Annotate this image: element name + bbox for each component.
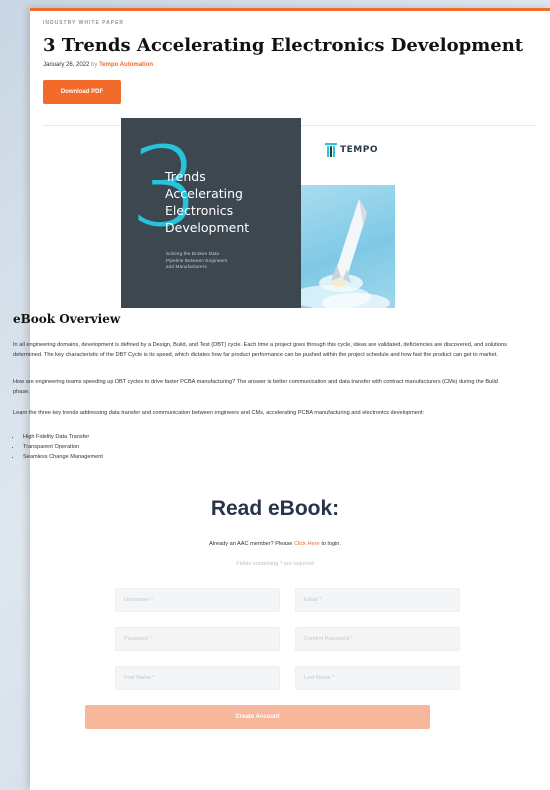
page-title: 3 Trends Accelerating Electronics Develo… — [43, 35, 524, 56]
list-item: Seamless Change Management — [21, 452, 103, 462]
list-item: Transparent Operation — [21, 442, 103, 452]
login-prompt: Already an AAC member? Please Click Here… — [0, 541, 550, 547]
rocket-icon — [301, 199, 390, 308]
cover-title: Trends Accelerating Electronics Developm… — [165, 169, 250, 235]
author-link[interactable]: Tempo Automation — [99, 62, 153, 68]
email-field[interactable] — [295, 588, 460, 612]
last-name-field[interactable] — [295, 666, 460, 690]
password-field[interactable] — [115, 627, 280, 651]
overview-paragraph-3: Learn the three key trends addressing da… — [13, 410, 425, 416]
overview-heading: eBook Overview — [13, 312, 121, 326]
overview-paragraph-2: How are engineering teams speeding up DB… — [13, 379, 498, 395]
login-link[interactable]: Click Here — [294, 541, 320, 547]
trends-list: High Fidelity Data Transfer Transparent … — [13, 432, 103, 462]
overview-paragraph-1: In all engineering domains, development … — [13, 342, 507, 358]
list-item: High Fidelity Data Transfer — [21, 432, 103, 442]
login-prompt-suffix: to login. — [321, 541, 341, 547]
login-prompt-prefix: Already an AAC member? Please — [209, 541, 293, 547]
download-pdf-button[interactable]: Download PDF — [43, 80, 121, 104]
tempo-logo: TEMPO — [325, 143, 378, 157]
section-kicker: INDUSTRY WHITE PAPER — [43, 20, 125, 26]
byline-by: by — [91, 62, 98, 68]
first-name-field[interactable] — [115, 666, 280, 690]
username-field[interactable] — [115, 588, 280, 612]
required-note: Fields containing * are required — [236, 561, 314, 567]
article-meta: January 26, 2022 by Tempo Automation — [43, 62, 153, 68]
tempo-logo-text: TEMPO — [340, 145, 378, 155]
confirm-password-field[interactable] — [295, 627, 460, 651]
tempo-logo-icon — [325, 143, 337, 157]
create-account-button[interactable]: Create Account — [85, 705, 430, 729]
cover-subtitle: Solving the Broken Data Pipeline Between… — [166, 251, 228, 269]
publish-date: January 26, 2022 — [43, 62, 90, 68]
rocket-image — [301, 185, 395, 308]
read-ebook-heading: Read eBook: — [210, 497, 340, 520]
